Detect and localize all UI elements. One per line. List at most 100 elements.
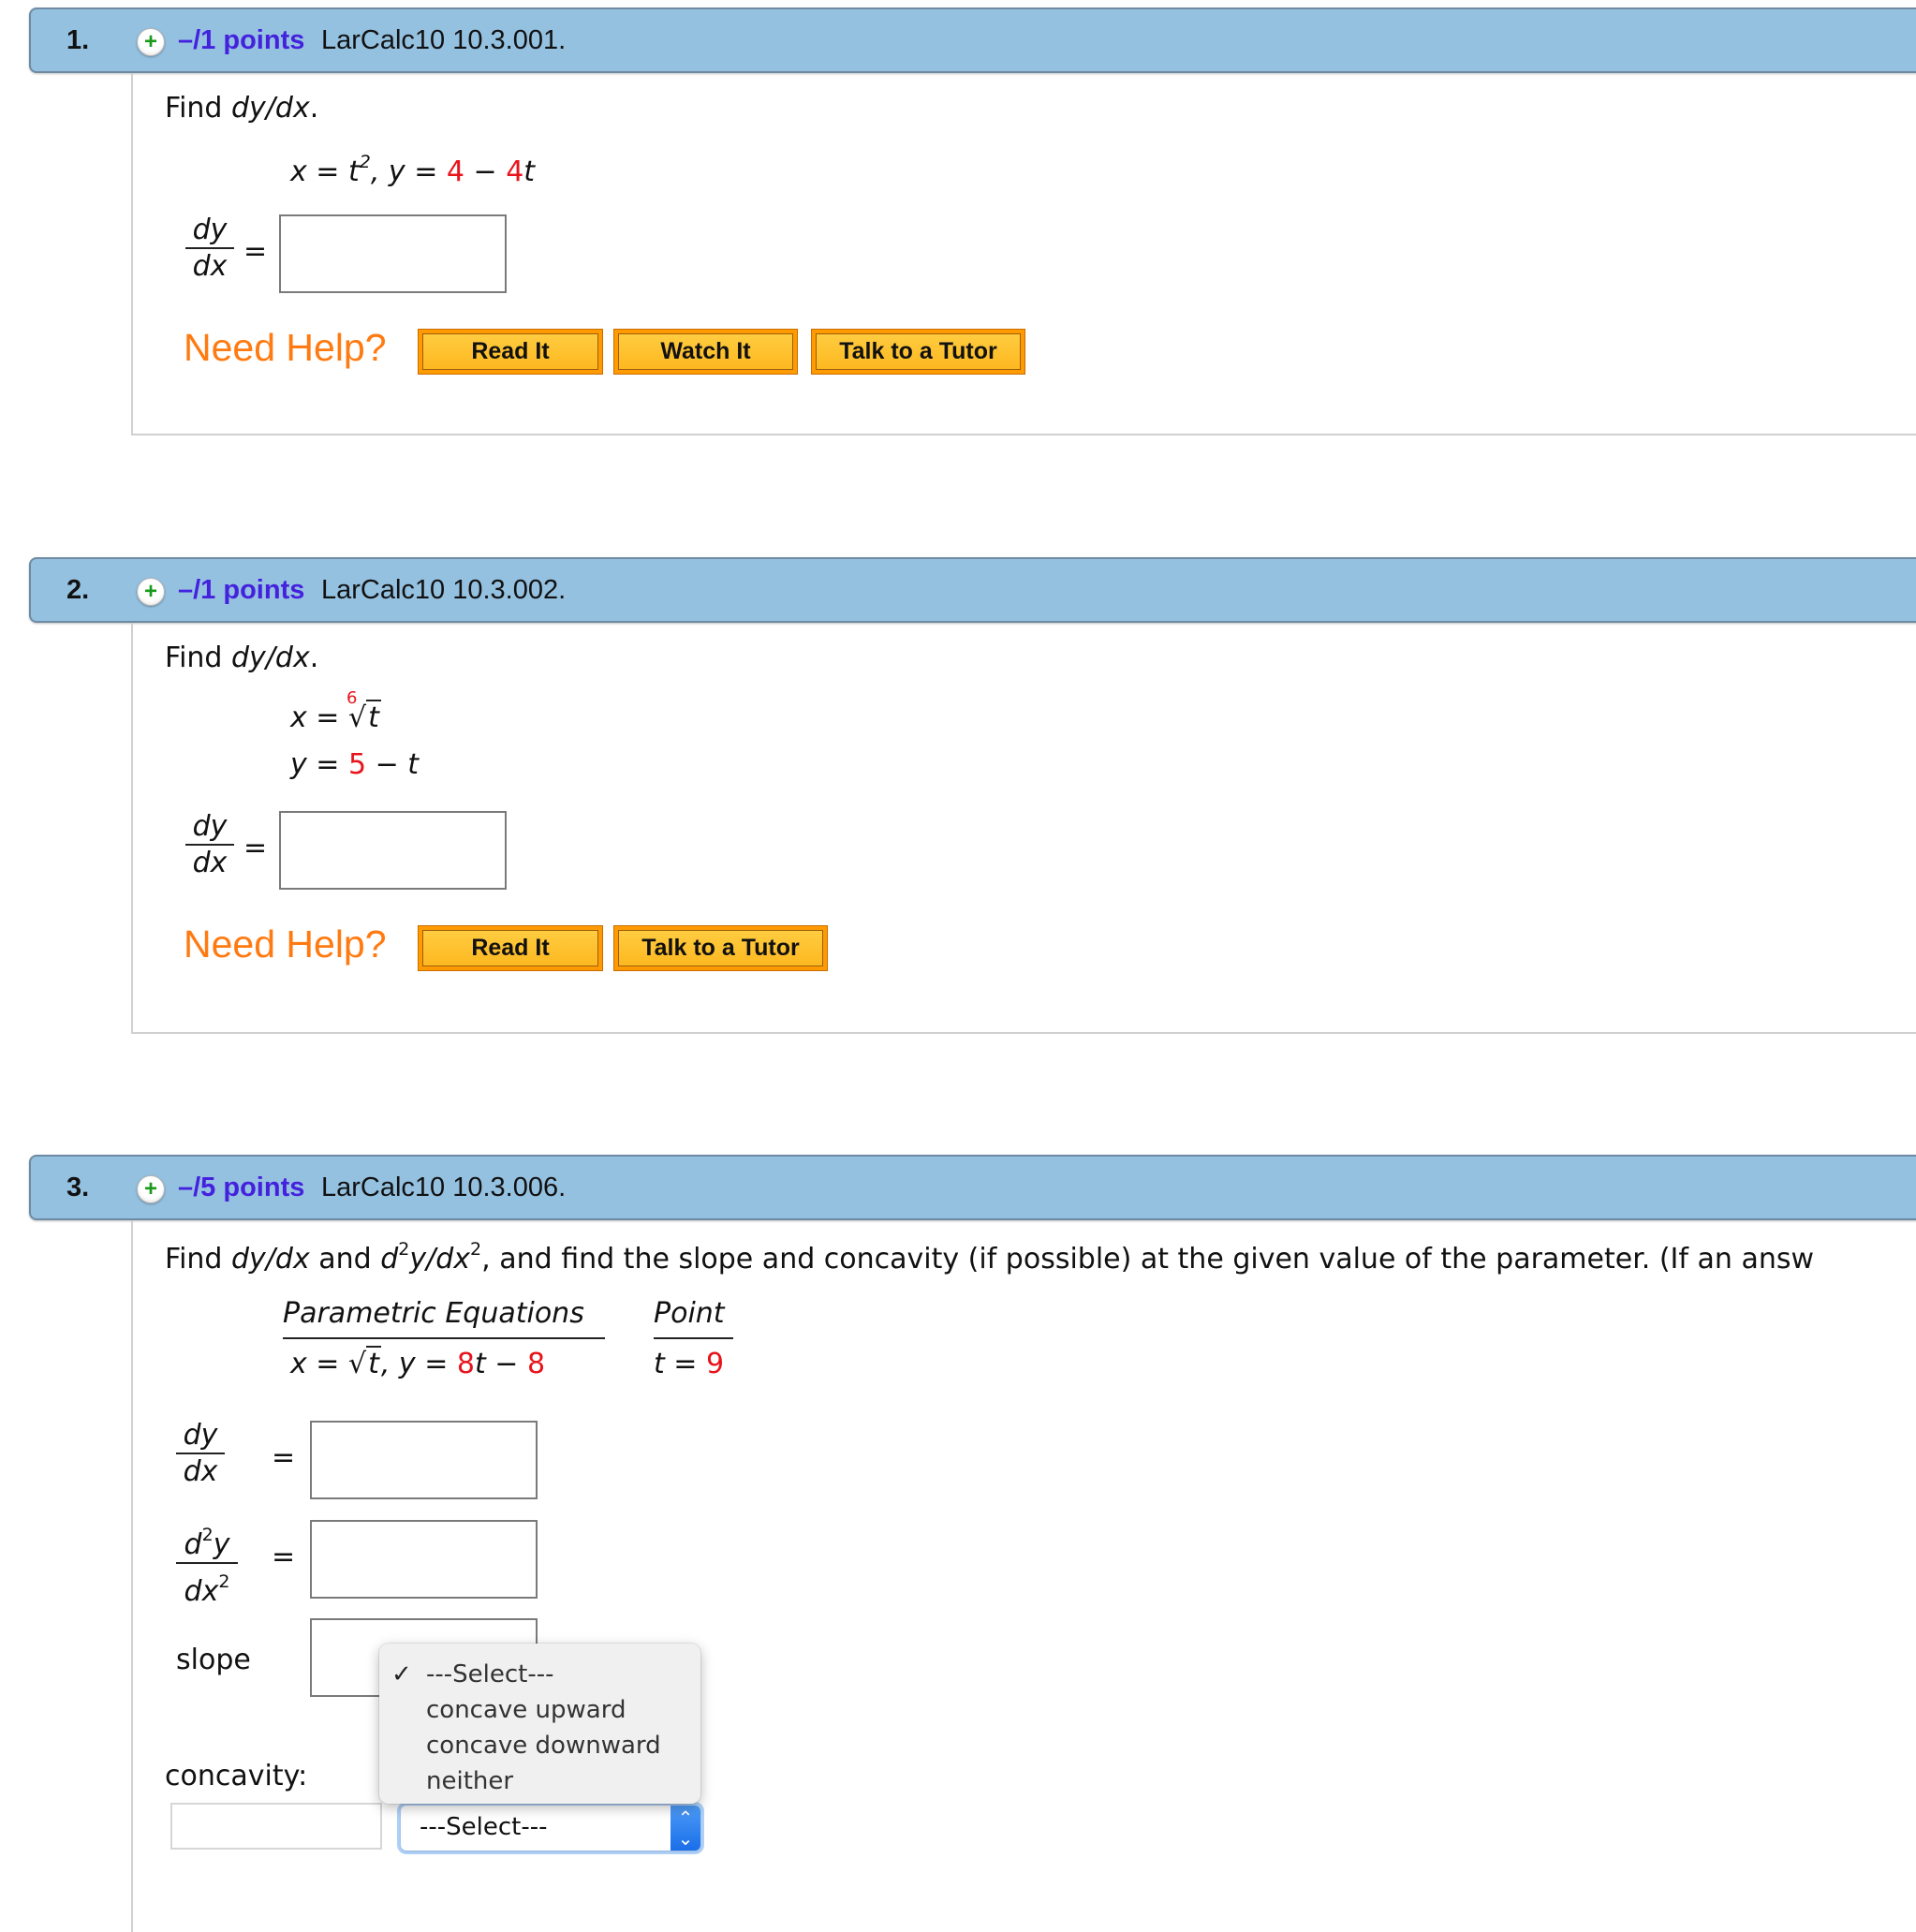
frac-den: dx2 [176, 1564, 238, 1610]
eq-var: t [475, 1348, 486, 1380]
slope-label: slope [176, 1644, 251, 1676]
table-header-equations: Parametric Equations [283, 1297, 605, 1339]
select-value: ---Select--- [420, 1813, 548, 1841]
sixth-root: 6 √t [346, 688, 381, 734]
question-number: 1. [66, 25, 90, 55]
concavity-dropdown-menu: ✓ ---Select--- concave upward concave do… [379, 1644, 700, 1804]
eq-const-2: 8 [526, 1348, 546, 1380]
eq-minus: − [366, 748, 408, 781]
root-index: 6 [346, 688, 358, 708]
talk-to-tutor-button[interactable]: Talk to a Tutor [613, 925, 828, 971]
root-arg: t [366, 1346, 381, 1380]
question-2-panel: Find dy/dx. x = 6 √t y = 5 − t dy dx = Ne… [131, 623, 1916, 1034]
concavity-text-input[interactable] [170, 1803, 382, 1850]
den-exp: 2 [218, 1571, 230, 1592]
square-root: √t [347, 1346, 381, 1380]
question-number: 3. [66, 1172, 90, 1202]
eq-const-1: 4 [446, 155, 464, 188]
equation-x: x = 6 √t [290, 688, 381, 734]
root-arg: t [366, 700, 381, 734]
dydx-label: dy dx [185, 810, 234, 881]
point-val: 9 [705, 1348, 725, 1380]
frac-den: dx [192, 847, 228, 879]
table-header-point: Point [654, 1297, 733, 1339]
point-value: t = 9 [654, 1348, 724, 1380]
den-dx: dx [184, 1575, 219, 1608]
prompt-and: and [309, 1243, 381, 1276]
prompt-expr: dy/dx [231, 92, 310, 125]
talk-to-tutor-label: Talk to a Tutor [618, 930, 823, 966]
concavity-select[interactable]: ---Select--- ⌃ ⌄ [401, 1806, 700, 1851]
checkmark-icon: ✓ [391, 1660, 412, 1689]
question-prompt: Find dy/dx. [165, 642, 318, 674]
points-link[interactable]: –/5 points [178, 1172, 304, 1203]
expand-plus-icon[interactable]: + [137, 28, 165, 56]
dropdown-option[interactable]: concave downward [426, 1732, 661, 1760]
eq-minus: − [464, 155, 507, 188]
frac-den: dx [192, 250, 228, 283]
need-help-label: Need Help? [184, 922, 387, 966]
question-id: LarCalc10 10.3.001. [321, 25, 567, 55]
dydx-answer-input[interactable] [310, 1421, 538, 1499]
eq-const-2: 4 [506, 155, 524, 188]
dydx-label: dy dx [176, 1419, 225, 1490]
dydx-label: dy dx [185, 214, 234, 285]
dropdown-option[interactable]: concave upward [426, 1696, 626, 1724]
eq-x: x = [290, 701, 348, 734]
question-2-header: 2. + –/1 points LarCalc10 10.3.002. [29, 557, 1916, 623]
prompt-rest: , and find the slope and concavity (if p… [481, 1243, 1815, 1276]
equation-y: y = 5 − t [290, 748, 419, 781]
question-1-header: 1. + –/1 points LarCalc10 10.3.001. [29, 7, 1916, 73]
prompt-end: . [309, 642, 319, 674]
talk-to-tutor-button[interactable]: Talk to a Tutor [811, 329, 1025, 375]
num-exp: 2 [201, 1525, 214, 1545]
eq-x: x = [290, 1348, 348, 1380]
eq-var: t [407, 748, 420, 781]
d2ydx2-label: d2y dx2 [176, 1518, 238, 1610]
d2ydx2-answer-input[interactable] [310, 1520, 538, 1599]
parametric-equations: x = √t, y = 8t − 8 [290, 1346, 546, 1380]
question-3-header: 3. + –/5 points LarCalc10 10.3.006. [29, 1155, 1916, 1220]
expand-plus-icon[interactable]: + [137, 578, 165, 606]
question-id: LarCalc10 10.3.002. [321, 575, 567, 605]
frac-den: dx [183, 1455, 218, 1488]
equals-sign: = [243, 235, 268, 268]
question-number: 2. [66, 575, 90, 605]
num-d: d [184, 1528, 202, 1561]
prompt-end: . [309, 92, 319, 125]
frac-num: dy [185, 810, 234, 846]
points-link[interactable]: –/1 points [178, 25, 304, 56]
equation: x = t2, y = 4 − 4t [290, 152, 535, 188]
points-link[interactable]: –/1 points [178, 575, 304, 606]
read-it-button[interactable]: Read It [418, 329, 603, 375]
dropdown-option[interactable]: neither [426, 1767, 513, 1795]
question-1-panel: Find dy/dx. x = t2, y = 4 − 4t dy dx = N… [131, 73, 1916, 435]
frac-num: dy [185, 214, 234, 249]
select-stepper-icon: ⌃ ⌄ [671, 1806, 700, 1851]
question-prompt: Find dy/dx and d2y/dx2, and find the slo… [165, 1239, 1814, 1276]
equals-sign: = [243, 832, 268, 864]
prompt-find: Find [165, 92, 232, 125]
prompt-find: Find [165, 642, 232, 674]
dydx-answer-input[interactable] [279, 214, 507, 293]
eq-sep: , y = [370, 155, 447, 188]
prompt-mid: y/dx [409, 1243, 471, 1276]
prompt-exp-2: 2 [470, 1239, 482, 1260]
eq-const-1: 8 [456, 1348, 475, 1380]
prompt-exp: 2 [398, 1239, 410, 1260]
prompt-d: d [380, 1243, 399, 1276]
watch-it-button[interactable]: Watch It [613, 329, 798, 375]
question-prompt: Find dy/dx. [165, 92, 318, 125]
dropdown-option[interactable]: ---Select--- [426, 1660, 554, 1689]
expand-plus-icon[interactable]: + [137, 1175, 165, 1203]
eq-y: , y = [380, 1348, 457, 1380]
question-id: LarCalc10 10.3.006. [321, 1172, 567, 1202]
read-it-button[interactable]: Read It [418, 925, 603, 971]
eq-x-exp: 2 [359, 152, 371, 172]
talk-to-tutor-label: Talk to a Tutor [816, 333, 1021, 370]
frac-num: d2y [176, 1518, 238, 1564]
frac-num: dy [176, 1419, 225, 1454]
watch-it-label: Watch It [618, 333, 793, 370]
dydx-answer-input[interactable] [279, 811, 507, 890]
equals-sign: = [272, 1441, 296, 1474]
